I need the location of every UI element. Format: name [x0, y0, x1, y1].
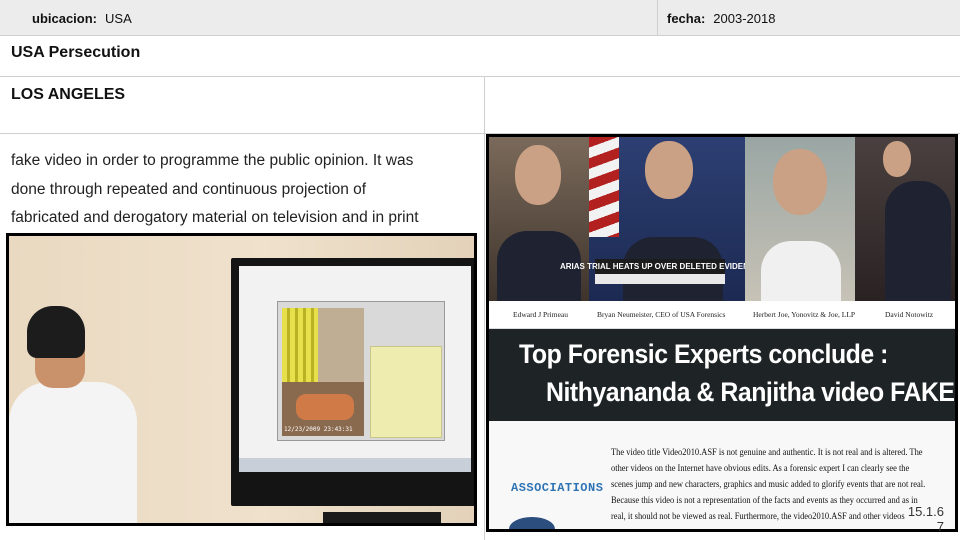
flag-shape: [589, 137, 619, 237]
report-text: The video title Video2010.ASF is not gen…: [611, 445, 951, 525]
monitor-image: 12/23/2009 23:43:31: [231, 258, 474, 523]
expert-name: Edward J Primeau: [513, 310, 568, 319]
portrait-4: [855, 137, 955, 301]
interviewee-figure: [9, 306, 139, 523]
hair-shape: [27, 306, 85, 358]
expert-names-row: Edward J Primeau Bryan Neumeister, CEO o…: [489, 301, 955, 329]
location-value: USA: [105, 10, 132, 26]
shirt-shape: [9, 382, 137, 523]
expert-name: Bryan Neumeister, CEO of USA Forensics: [597, 310, 726, 319]
paragraph-line: fake video in order to programme the pub…: [11, 152, 414, 169]
video-player-window: 12/23/2009 23:43:31: [277, 301, 445, 441]
section-title: USA Persecution: [11, 44, 141, 61]
monitor-screen: 12/23/2009 23:43:31: [239, 266, 471, 472]
row-divider: [0, 76, 960, 77]
note-box: [370, 346, 442, 438]
banner-line-1: Top Forensic Experts conclude :: [519, 339, 888, 369]
expert-portraits: ARIAS TRIAL HEATS UP OVER DELETED EVIDEN…: [489, 137, 955, 301]
taskbar: [239, 458, 471, 472]
figure-shape: [296, 394, 354, 420]
head-shape: [773, 149, 827, 215]
city-heading: LOS ANGELES: [11, 86, 126, 103]
conclusion-banner: Top Forensic Experts conclude : Nithyana…: [489, 329, 955, 421]
news-chyron: ARIAS TRIAL HEATS UP OVER DELETED EVIDEN…: [560, 259, 760, 274]
suit-shape: [885, 181, 951, 301]
location-cell: ubicacion: USA: [0, 0, 658, 36]
date-label: fecha:: [667, 10, 706, 26]
expert-name: Herbert Joe, Yonovitz & Joe, LLP: [753, 310, 856, 319]
date-cell: fecha: 2003-2018: [658, 0, 960, 36]
date-value: 2003-2018: [713, 10, 776, 26]
monitor-stand: [323, 512, 441, 523]
report-line: real, it should not be viewed as real. F…: [611, 512, 905, 522]
page-number: 15.1.6 7: [907, 504, 944, 534]
report-line: other videos on the Internet have obviou…: [611, 464, 910, 474]
head-shape: [883, 141, 911, 177]
portrait-1: [489, 137, 589, 301]
forensic-experts-image: ARIAS TRIAL HEATS UP OVER DELETED EVIDEN…: [486, 134, 958, 532]
banner-line-2: Nithyananda & Ranjitha video FAKE: [546, 377, 955, 407]
location-label: ubicacion:: [32, 10, 98, 26]
portrait-2: ARIAS TRIAL HEATS UP OVER DELETED EVIDEN…: [560, 137, 760, 301]
report-line: The video title Video2010.ASF is not gen…: [611, 448, 923, 458]
news-ticker: [595, 274, 725, 284]
paragraph-line: fabricated and derogatory material on te…: [11, 209, 419, 226]
portrait-3: [745, 137, 855, 301]
expert-name: David Notowitz: [885, 310, 934, 319]
video-frame: 12/23/2009 23:43:31: [282, 308, 364, 436]
curtain-shape: [282, 308, 318, 382]
paragraph-line: done through repeated and continuous pro…: [11, 180, 367, 198]
report-line: scenes jump and new characters, graphics…: [611, 480, 926, 490]
head-shape: [515, 145, 561, 205]
head-shape: [645, 141, 693, 199]
associations-label: ASSOCIATIONS: [511, 481, 604, 495]
column-divider: [484, 77, 485, 540]
report-line: Because this video is not a representati…: [611, 496, 918, 506]
header-bar: ubicacion: USA fecha: 2003-2018: [0, 0, 960, 36]
description-paragraph: fake video in order to programme the pub…: [11, 147, 481, 233]
seal-logo: [509, 517, 555, 529]
interview-photo: 12/23/2009 23:43:31: [6, 233, 477, 526]
shirt-shape: [761, 241, 841, 301]
report-excerpt: ASSOCIATIONS The video title Video2010.A…: [489, 421, 955, 529]
video-timestamp: 12/23/2009 23:43:31: [284, 426, 353, 433]
